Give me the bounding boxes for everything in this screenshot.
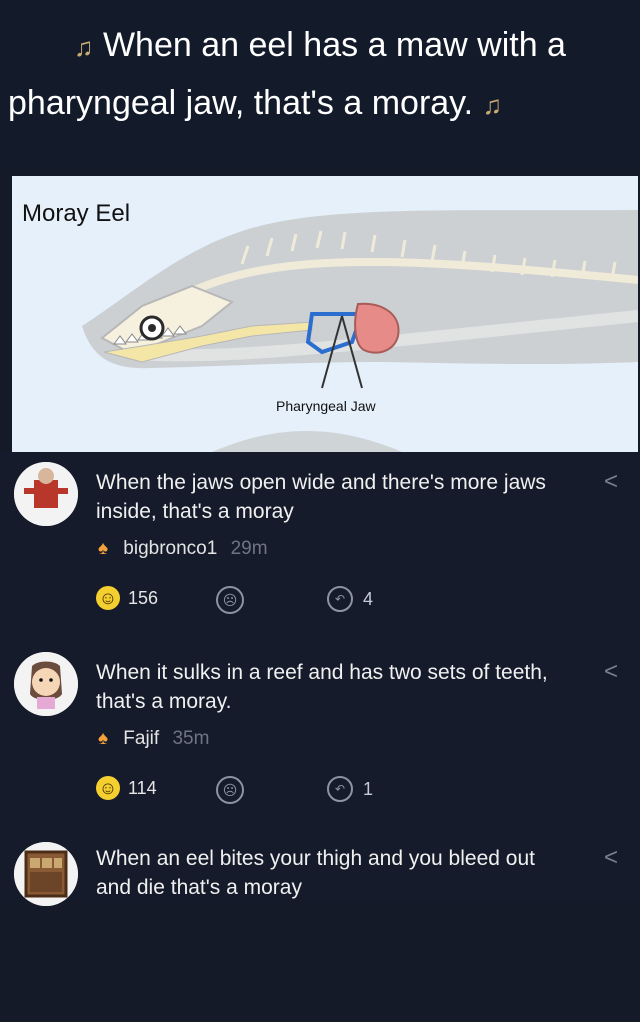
- comments-list: When the jaws open wide and there's more…: [0, 452, 640, 906]
- avatar[interactable]: [14, 462, 78, 526]
- like-button[interactable]: ☺ 114: [96, 776, 157, 800]
- comment-time: 35m: [172, 728, 210, 749]
- avatar[interactable]: [14, 652, 78, 716]
- avatar-image: [14, 652, 78, 716]
- comment-author[interactable]: ♠ Fajif 35m: [98, 728, 209, 750]
- comment-text: When it sulks in a reef and has two sets…: [96, 661, 548, 713]
- reply-icon: ↶: [327, 776, 353, 802]
- flame-icon: ♠: [98, 728, 109, 749]
- comment-item-1: When the jaws open wide and there's more…: [0, 452, 640, 642]
- avatar[interactable]: [14, 842, 78, 906]
- title-line-2: pharyngeal jaw, that's a moray. ♫: [8, 82, 640, 126]
- comment-item-2: When it sulks in a reef and has two sets…: [0, 642, 640, 832]
- reply-count: 4: [363, 588, 374, 609]
- sad-face-icon[interactable]: ☹: [216, 776, 244, 804]
- meme-title: ♫ When an eel has a maw with a pharyngea…: [0, 0, 640, 170]
- avatar-image: [14, 842, 78, 906]
- music-note-icon: ♫: [482, 90, 503, 120]
- reply-icon: ↶: [327, 586, 353, 612]
- smile-icon: ☺: [96, 586, 120, 610]
- author-name: bigbronco1: [123, 538, 218, 559]
- title-line-1: ♫ When an eel has a maw with a: [0, 24, 640, 68]
- reply-count: 1: [363, 778, 374, 799]
- chevron-left-icon[interactable]: <: [604, 658, 618, 686]
- comment-text: When an eel bites your thigh and you ble…: [96, 847, 535, 899]
- like-count: 114: [128, 777, 157, 798]
- smile-icon: ☺: [96, 776, 120, 800]
- avatar-image: [14, 462, 78, 526]
- figure-title: Moray Eel: [22, 200, 131, 227]
- comment-item-3: When an eel bites your thigh and you ble…: [0, 832, 640, 1022]
- reply-button[interactable]: ↶ 4: [327, 586, 373, 612]
- music-note-icon: ♫: [74, 32, 94, 62]
- comment-time: 29m: [230, 538, 268, 559]
- flame-icon: ♠: [98, 538, 109, 559]
- sad-face-icon[interactable]: ☹: [216, 586, 244, 614]
- title-text-2: pharyngeal jaw, that's a moray.: [8, 84, 474, 122]
- like-count: 156: [128, 587, 159, 608]
- comment-text: When the jaws open wide and there's more…: [96, 471, 546, 523]
- author-name: Fajif: [123, 728, 160, 749]
- chevron-left-icon[interactable]: <: [604, 844, 618, 872]
- like-button[interactable]: ☺ 156: [96, 586, 158, 610]
- eel-illustration: Moray Eel Pharyngeal Jaw: [12, 176, 638, 452]
- comment-author[interactable]: ♠ bigbronco1 29m: [98, 538, 268, 560]
- title-text-1: When an eel has a maw with a: [102, 26, 566, 64]
- chevron-left-icon[interactable]: <: [604, 468, 618, 496]
- figure-label: Pharyngeal Jaw: [276, 398, 376, 414]
- reply-button[interactable]: ↶ 1: [327, 776, 373, 802]
